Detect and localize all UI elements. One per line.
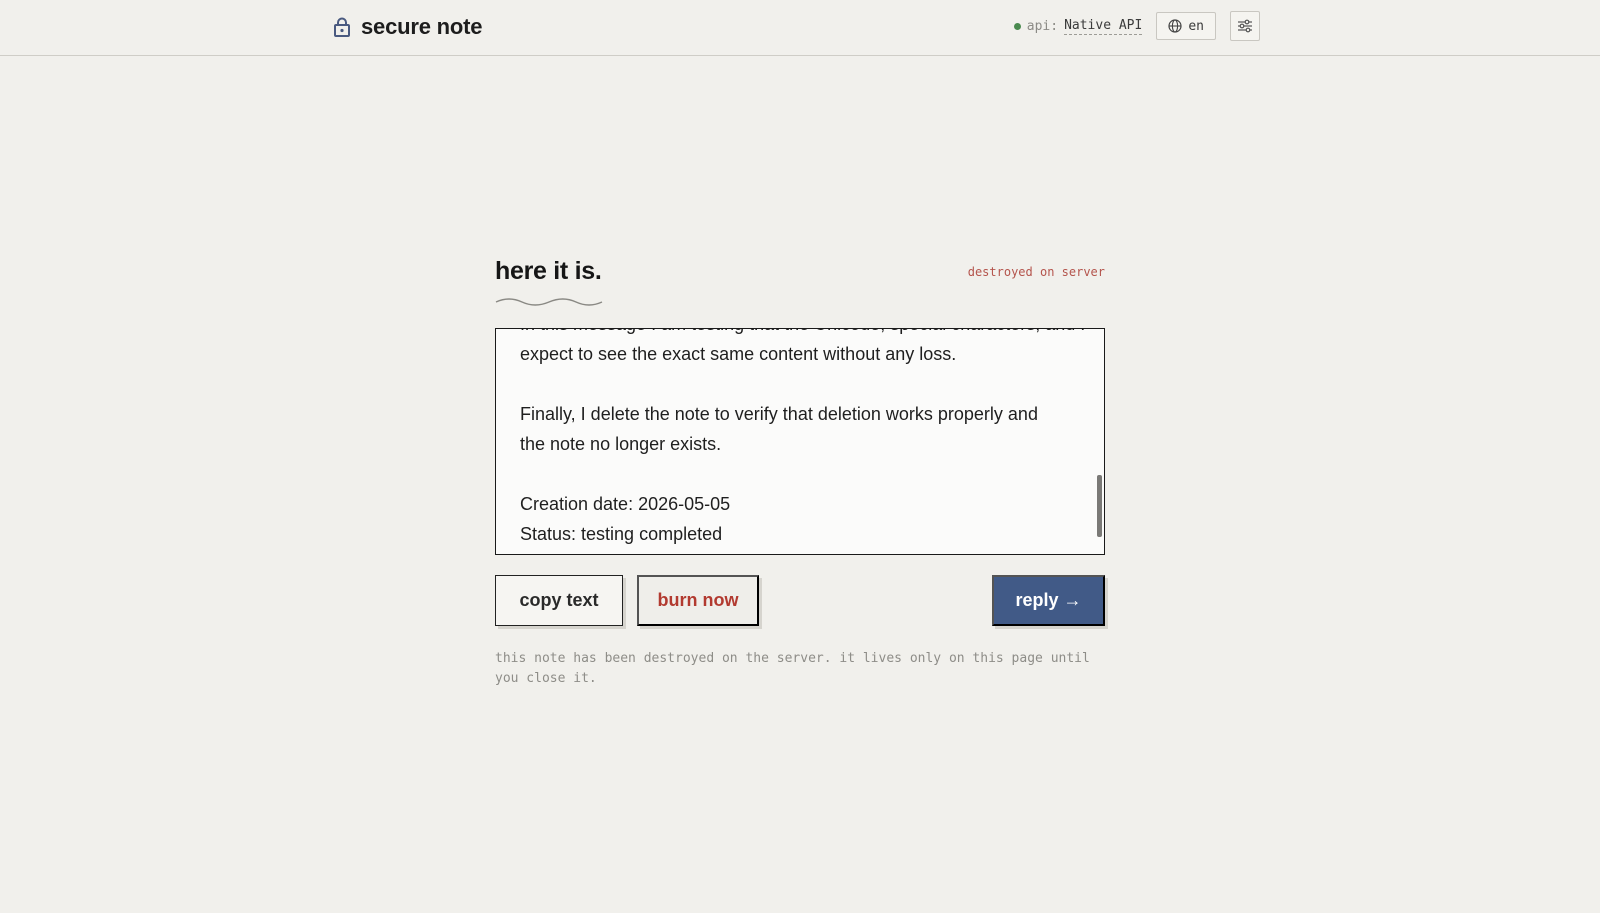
note-line [520,459,1074,489]
sliders-icon [1238,19,1252,33]
page-title: here it is. [495,257,602,285]
note-content-box[interactable]: In this message I am testing that the Un… [495,328,1105,555]
note-line: In this message I am testing that the Un… [520,329,1085,339]
globe-icon [1168,19,1182,33]
note-line: Status: testing completed [520,524,723,544]
language-button[interactable]: en [1156,12,1216,40]
note-line: Finally, I delete the note to verify tha… [520,404,1038,424]
note-line: Creation date: 2026-05-05 [520,494,731,514]
scrollbar-thumb[interactable] [1097,475,1102,537]
scrollbar[interactable] [1096,329,1102,554]
status-badge: destroyed on server [967,265,1105,279]
note-text: In this message I am testing that the Un… [520,329,1085,549]
reply-button[interactable]: reply → [992,575,1105,626]
api-label: api: [1026,18,1059,34]
brand[interactable]: secure note [333,14,482,40]
app-title: secure note [361,14,483,39]
settings-button[interactable] [1230,11,1260,41]
status-dot-icon [1013,22,1021,30]
api-status: api: Native API [1013,18,1143,35]
top-bar: secure note api: Native API en [0,0,1600,56]
note-line [520,369,1074,399]
lock-icon [334,17,350,37]
heading-row: here it is. destroyed on server [495,250,1105,286]
note-line: the note no longer exists. [520,434,722,454]
api-selector[interactable]: Native API [1064,18,1143,35]
note-line: expect to see the exact same content wit… [520,344,957,364]
copy-text-button[interactable]: copy text [495,575,623,626]
destroyed-notice: this note has been destroyed on the serv… [495,651,1090,686]
header-tools: api: Native API en [1013,11,1260,41]
language-label: en [1188,18,1204,34]
note-view: here it is. destroyed on server In this … [495,250,1105,689]
burn-now-button[interactable]: burn now [637,575,759,626]
wavy-divider [495,298,603,306]
note-actions: copy text burn now reply → [495,575,1105,629]
